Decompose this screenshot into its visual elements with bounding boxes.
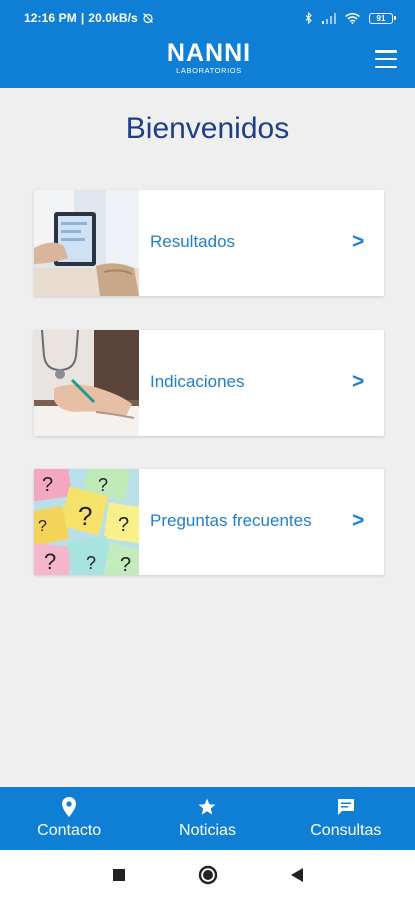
- svg-text:?: ?: [38, 518, 47, 535]
- card-indicaciones[interactable]: Indicaciones >: [34, 330, 384, 436]
- home-button[interactable]: [198, 865, 218, 885]
- indicaciones-image: [34, 330, 139, 436]
- logo-subtitle: LABORATORIOS: [176, 66, 242, 75]
- nav-contacto[interactable]: Contacto: [0, 787, 138, 850]
- circle-icon: [198, 865, 217, 885]
- logo-text: NANNI: [166, 39, 252, 67]
- triangle-back-icon: [290, 868, 303, 882]
- nav-consultas[interactable]: Consultas: [277, 787, 415, 850]
- app-header: NANNI LABORATORIOS: [0, 36, 415, 88]
- nav-label: Contacto: [37, 822, 102, 839]
- chevron-right-icon: >: [352, 370, 365, 393]
- status-bar: 12:16 PM | 20.0kB/s 91: [0, 0, 415, 36]
- logo: NANNI LABORATORIOS: [155, 39, 263, 76]
- chat-icon: [337, 799, 354, 815]
- signal-icon: [322, 12, 336, 24]
- recents-button[interactable]: [112, 868, 126, 882]
- hamburger-icon-line: [375, 57, 397, 61]
- svg-text:?: ?: [86, 553, 96, 573]
- hamburger-icon-line: [375, 50, 397, 53]
- card-label: Preguntas frecuentes: [150, 511, 312, 530]
- alarm-off-icon: [142, 13, 153, 24]
- svg-text:?: ?: [42, 474, 53, 496]
- nav-label: Noticias: [179, 822, 236, 839]
- bottom-nav: Contacto Noticias Consultas: [0, 787, 415, 850]
- svg-text:?: ?: [118, 514, 129, 536]
- card-label: Indicaciones: [150, 372, 245, 391]
- bluetooth-icon: [305, 12, 312, 24]
- location-pin-icon: [62, 797, 77, 817]
- svg-text:?: ?: [120, 554, 131, 575]
- page-title: Bienvenidos: [125, 112, 290, 145]
- status-left: 12:16 PM | 20.0kB/s: [24, 11, 154, 25]
- system-nav-bar: [0, 850, 415, 900]
- card-resultados[interactable]: Resultados >: [34, 190, 384, 296]
- card-preguntas-frecuentes[interactable]: ? ? ? ? ? ? ? ? Preguntas frecuentes >: [34, 469, 384, 575]
- status-speed: 20.0kB/s: [88, 11, 138, 25]
- menu-button[interactable]: [375, 50, 397, 68]
- svg-text:?: ?: [78, 501, 92, 531]
- preguntas-image: ? ? ? ? ? ? ? ?: [34, 469, 139, 575]
- card-label: Resultados: [150, 232, 236, 251]
- resultados-image: [34, 190, 139, 296]
- star-icon: [198, 798, 216, 815]
- wifi-icon: [345, 12, 360, 24]
- chevron-right-icon: >: [352, 509, 365, 532]
- hamburger-icon-line: [375, 65, 397, 68]
- back-button[interactable]: [290, 867, 304, 883]
- nav-label: Consultas: [310, 822, 382, 839]
- svg-text:?: ?: [98, 475, 108, 495]
- battery-level: 91: [376, 13, 386, 23]
- svg-text:?: ?: [44, 549, 56, 574]
- status-separator: |: [80, 11, 85, 25]
- chevron-right-icon: >: [352, 230, 365, 253]
- battery-icon: 91: [369, 12, 396, 24]
- square-icon: [112, 869, 125, 881]
- nav-noticias[interactable]: Noticias: [138, 787, 276, 850]
- status-right: 91: [305, 12, 396, 24]
- status-time: 12:16 PM: [24, 11, 77, 25]
